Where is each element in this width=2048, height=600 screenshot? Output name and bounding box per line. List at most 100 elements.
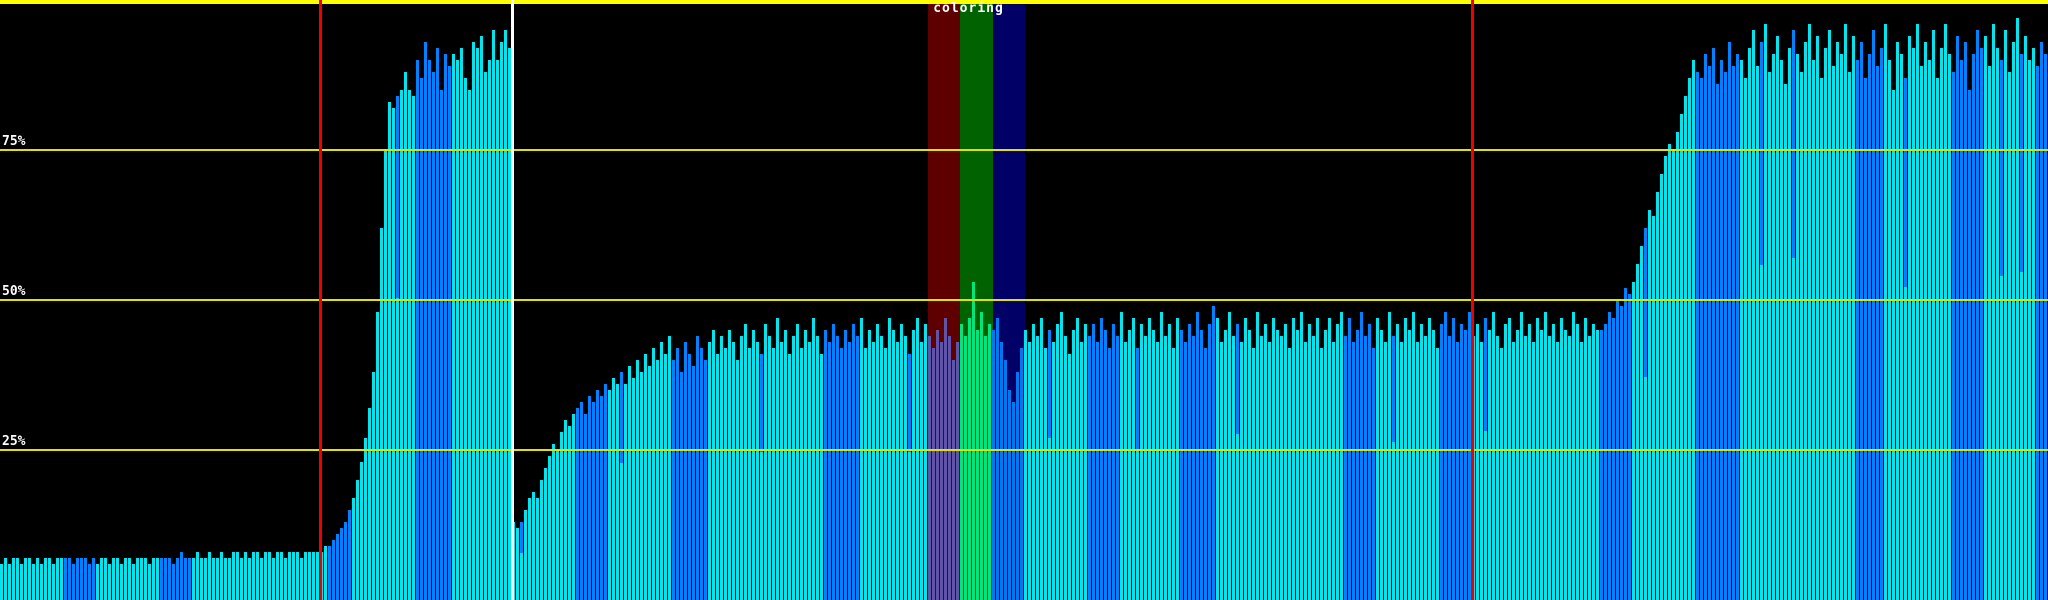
histogram-bar xyxy=(832,324,835,600)
histogram-bar xyxy=(228,558,231,600)
histogram-bar xyxy=(1132,318,1135,600)
histogram-bar xyxy=(276,552,279,600)
histogram-bar xyxy=(1904,287,1907,600)
histogram-bar xyxy=(1580,342,1583,600)
histogram-bar xyxy=(1948,54,1951,600)
histogram-bar xyxy=(1612,318,1615,600)
histogram-bar xyxy=(428,60,431,600)
histogram-bar xyxy=(636,360,639,600)
histogram-bar xyxy=(1560,318,1563,600)
histogram-bar xyxy=(1236,434,1239,600)
histogram-bar xyxy=(1360,312,1363,600)
histogram-bar xyxy=(100,558,103,600)
histogram-bar xyxy=(960,324,963,600)
histogram-bar xyxy=(1412,312,1415,600)
histogram-bar xyxy=(1320,348,1323,600)
histogram-bar xyxy=(1708,66,1711,600)
histogram-bar xyxy=(120,564,123,600)
histogram-bar xyxy=(1312,336,1315,600)
histogram-bar xyxy=(1756,66,1759,600)
histogram-bar xyxy=(1836,42,1839,600)
histogram-bar xyxy=(592,402,595,600)
histogram-bar xyxy=(1524,336,1527,600)
histogram-bar xyxy=(596,390,599,600)
histogram-bar xyxy=(860,318,863,600)
histogram-bar xyxy=(1548,336,1551,600)
histogram-bar xyxy=(1572,312,1575,600)
histogram-bar xyxy=(1600,330,1603,600)
histogram-bar xyxy=(1888,60,1891,600)
histogram-bar xyxy=(844,330,847,600)
histogram-bar xyxy=(244,552,247,600)
histogram-bar xyxy=(824,330,827,600)
histogram-bar xyxy=(40,564,43,600)
histogram-bar xyxy=(1916,24,1919,600)
histogram-bar xyxy=(480,36,483,600)
histogram-bar xyxy=(424,42,427,600)
histogram-bar xyxy=(492,30,495,600)
histogram-bar xyxy=(880,336,883,600)
histogram-bar xyxy=(936,330,939,600)
histogram-bar xyxy=(756,342,759,600)
histogram-bar xyxy=(1492,312,1495,600)
histogram-bar xyxy=(892,330,895,600)
histogram-bar xyxy=(1272,318,1275,600)
histogram-bar xyxy=(1268,342,1271,600)
histogram-bar xyxy=(1856,60,1859,600)
histogram-bar xyxy=(1144,336,1147,600)
histogram-bar xyxy=(1932,30,1935,600)
histogram-bar xyxy=(1056,324,1059,600)
histogram-bar xyxy=(212,558,215,600)
histogram-bar xyxy=(552,444,555,600)
histogram-bar xyxy=(704,360,707,600)
histogram-bar-tip xyxy=(2000,60,2003,276)
histogram-bar xyxy=(1044,348,1047,600)
histogram-bar xyxy=(256,552,259,600)
histogram-bar xyxy=(1080,342,1083,600)
histogram-bar xyxy=(1644,377,1647,600)
histogram-bar xyxy=(788,354,791,600)
histogram-bar xyxy=(2024,36,2027,600)
histogram-bar xyxy=(1476,324,1479,600)
histogram-bar xyxy=(136,558,139,600)
histogram-bar xyxy=(160,558,163,600)
histogram-bar xyxy=(684,342,687,600)
histogram-bar xyxy=(1688,78,1691,600)
histogram-bar xyxy=(1024,330,1027,600)
histogram-bar xyxy=(1176,318,1179,600)
histogram-bar xyxy=(468,90,471,600)
gridline xyxy=(0,299,2048,301)
histogram-bar xyxy=(1528,324,1531,600)
histogram-bar xyxy=(944,318,947,600)
histogram-bar xyxy=(576,408,579,600)
histogram-bar xyxy=(1380,330,1383,600)
histogram-bar xyxy=(588,396,591,600)
histogram-bar xyxy=(1188,324,1191,600)
histogram-bar xyxy=(1036,336,1039,600)
histogram-bar xyxy=(580,402,583,600)
histogram-bar xyxy=(900,324,903,600)
histogram-bar xyxy=(1928,60,1931,600)
histogram-bar xyxy=(176,558,179,600)
histogram-bar xyxy=(1092,324,1095,600)
histogram-bar xyxy=(1368,324,1371,600)
histogram-bar xyxy=(1468,312,1471,600)
histogram-bar xyxy=(1204,348,1207,600)
histogram-bar xyxy=(1064,336,1067,600)
histogram-bar xyxy=(1452,318,1455,600)
histogram-bar xyxy=(968,318,971,600)
histogram-bar xyxy=(1216,318,1219,600)
histogram-bar xyxy=(1760,265,1763,600)
histogram-bar xyxy=(1480,342,1483,600)
histogram-bar xyxy=(460,48,463,600)
histogram-bar xyxy=(2032,48,2035,600)
histogram-bar xyxy=(1156,342,1159,600)
histogram-bar xyxy=(2044,54,2047,600)
histogram-bar xyxy=(1520,312,1523,600)
top-border xyxy=(0,0,2048,4)
histogram-bar xyxy=(224,558,227,600)
histogram-bar xyxy=(1964,42,1967,600)
histogram-bar xyxy=(456,60,459,600)
histogram-bar xyxy=(2016,18,2019,600)
histogram-bar xyxy=(1384,342,1387,600)
